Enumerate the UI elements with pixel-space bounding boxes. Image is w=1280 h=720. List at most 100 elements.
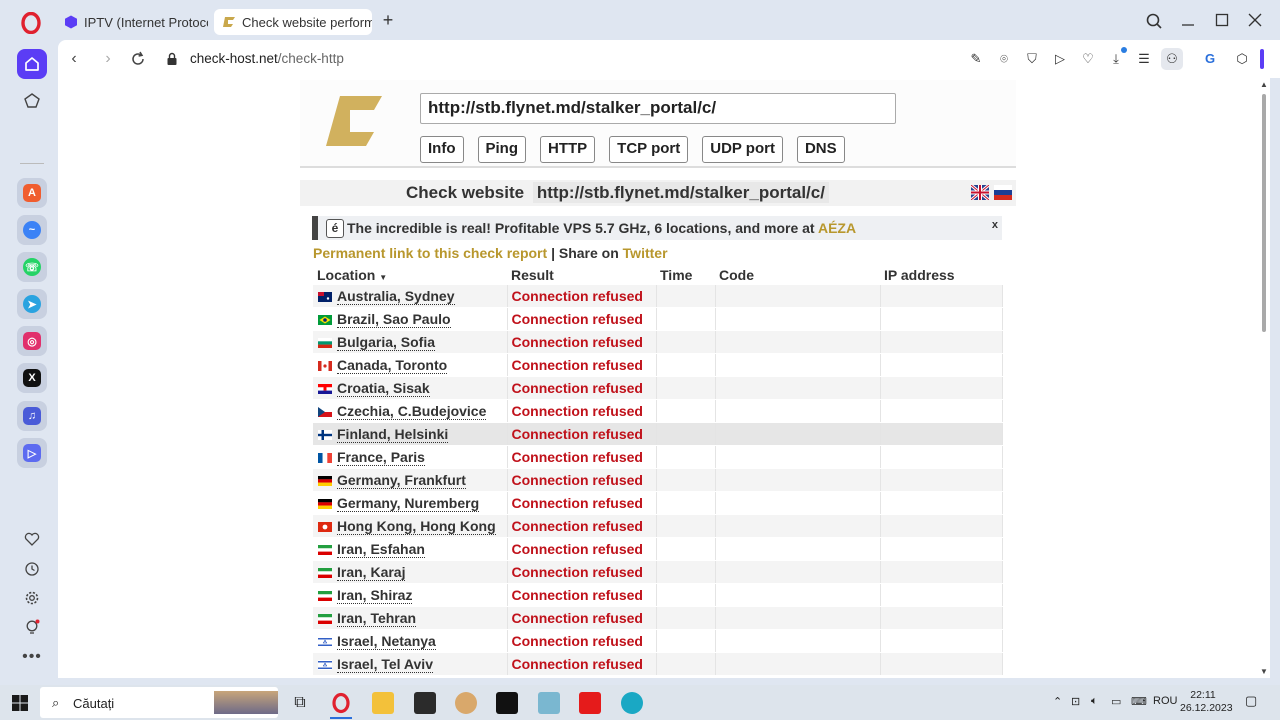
location-link[interactable]: Bulgaria, Sofia — [337, 334, 436, 351]
forward-button[interactable]: › — [98, 49, 118, 69]
play-icon[interactable]: ▷ — [1051, 50, 1069, 68]
language-indicator[interactable]: ROU — [1153, 695, 1177, 707]
location-link[interactable]: Hong Kong, Hong Kong — [337, 518, 496, 535]
location-link[interactable]: Brazil, Sao Paulo — [337, 311, 451, 328]
profile-icon[interactable]: ⚇ — [1161, 48, 1183, 70]
opera-logo-icon[interactable] — [20, 12, 42, 34]
easy-setup-icon[interactable]: ☰ — [1135, 50, 1153, 68]
info-button[interactable]: Info — [420, 136, 464, 163]
pinboard-button[interactable] — [17, 524, 47, 554]
sidebar-app-telegram[interactable]: ➤ — [17, 289, 47, 319]
minimize-icon[interactable] — [1176, 10, 1200, 32]
tips-button[interactable] — [17, 613, 47, 643]
location-link[interactable]: Iran, Shiraz — [337, 587, 413, 604]
location-link[interactable]: Czechia, C.Budejovice — [337, 403, 487, 420]
sidebar-app-whatsapp[interactable]: ☏ — [17, 252, 47, 282]
lock-icon[interactable] — [166, 52, 178, 66]
tab-check-host[interactable]: Check website performa — [214, 9, 372, 35]
location-link[interactable]: Croatia, Sisak — [337, 380, 430, 397]
app-icon-user[interactable] — [455, 692, 477, 714]
speed-dial-button[interactable] — [17, 86, 47, 116]
shield-icon[interactable]: ⛉ — [1023, 50, 1041, 68]
ip-cell — [880, 606, 1003, 630]
history-button[interactable] — [17, 554, 47, 584]
column-location[interactable]: Location ▼ — [313, 264, 507, 285]
check-host-logo[interactable] — [324, 96, 384, 148]
sidebar-app-music[interactable]: ♫ — [17, 401, 47, 431]
more-button[interactable]: ••• — [17, 642, 47, 672]
sidebar-app-x[interactable]: X — [17, 363, 47, 393]
app-icon-dark[interactable] — [414, 692, 436, 714]
task-view-icon[interactable]: ⧉ — [289, 692, 311, 714]
location-link[interactable]: Iran, Karaj — [337, 564, 406, 581]
reload-icon[interactable] — [128, 49, 148, 69]
page-scrollbar[interactable]: ▲ ▼ — [1258, 80, 1270, 676]
sidebar-toggle[interactable] — [1260, 49, 1264, 69]
column-time[interactable]: Time — [656, 264, 715, 285]
maximize-icon[interactable] — [1210, 10, 1234, 32]
home-button[interactable] — [17, 49, 47, 79]
location-link[interactable]: Iran, Tehran — [337, 610, 417, 627]
location-link[interactable]: Canada, Toronto — [337, 357, 448, 374]
location-link[interactable]: France, Paris — [337, 449, 425, 466]
ad-banner[interactable]: é The incredible is real! Profitable VPS… — [312, 216, 1002, 240]
sidebar-app-messenger[interactable]: ~ — [17, 215, 47, 245]
scroll-down-arrow-icon[interactable]: ▼ — [1260, 667, 1268, 676]
sidebar-app-aria[interactable]: A — [17, 178, 47, 208]
location-link[interactable]: Iran, Esfahan — [337, 541, 425, 558]
app-icon-cyan[interactable] — [621, 692, 643, 714]
udp-port-button[interactable]: UDP port — [702, 136, 783, 163]
tcp-port-button[interactable]: TCP port — [609, 136, 689, 163]
tray-keyboard-icon[interactable]: ⌨ — [1131, 695, 1147, 708]
close-window-icon[interactable] — [1243, 10, 1267, 32]
opera-taskbar-icon[interactable] — [330, 692, 352, 714]
column-code[interactable]: Code — [715, 264, 880, 285]
location-link[interactable]: Germany, Frankfurt — [337, 472, 466, 489]
windows-start-icon[interactable] — [9, 692, 31, 714]
location-link[interactable]: Israel, Tel Aviv — [337, 656, 433, 673]
location-link[interactable]: Israel, Netanya — [337, 633, 436, 650]
http-button[interactable]: HTTP — [540, 136, 596, 163]
english-flag-icon[interactable] — [971, 185, 989, 200]
url-input[interactable]: http://stb.flynet.md/stalker_portal/c/ — [420, 93, 896, 124]
scroll-up-arrow-icon[interactable]: ▲ — [1260, 80, 1268, 89]
new-tab-button[interactable]: + — [378, 11, 398, 31]
result-status: Connection refused — [511, 495, 643, 511]
file-explorer-icon[interactable] — [372, 692, 394, 714]
tray-volume-icon[interactable]: 🔈︎ — [1091, 695, 1098, 708]
camera-icon[interactable]: ⌾ — [995, 50, 1013, 68]
edit-share-icon[interactable]: ✎ — [967, 50, 985, 68]
location-link[interactable]: Australia, Sydney — [337, 288, 455, 305]
url-field[interactable]: check-host.net/check-http — [190, 51, 344, 66]
sidebar-app-player[interactable]: ▷ — [17, 438, 47, 468]
location-link[interactable]: Finland, Helsinki — [337, 426, 449, 443]
ad-link[interactable]: AÉZA — [818, 220, 856, 236]
column-result[interactable]: Result — [507, 264, 656, 285]
tab-iptv[interactable]: IPTV (Internet Protocol T — [56, 9, 208, 35]
sidebar-app-instagram[interactable]: ◎ — [17, 326, 47, 356]
heart-outline-icon[interactable]: ♡ — [1079, 50, 1097, 68]
settings-button[interactable] — [17, 583, 47, 613]
extensions-icon[interactable]: ⬡ — [1233, 50, 1251, 68]
terminal-icon[interactable] — [496, 692, 518, 714]
location-link[interactable]: Germany, Nuremberg — [337, 495, 480, 512]
search-tabs-icon[interactable] — [1143, 10, 1167, 32]
permalink-link[interactable]: Permanent link to this check report — [313, 245, 547, 261]
ping-button[interactable]: Ping — [477, 136, 526, 163]
translate-icon[interactable]: G — [1201, 50, 1219, 68]
tray-battery-icon[interactable]: ▭ — [1111, 695, 1121, 708]
twitter-share-link[interactable]: Twitter — [623, 245, 668, 261]
taskbar-search[interactable]: ⌕ Căutați — [40, 687, 278, 718]
tray-network-icon[interactable]: ⊡ — [1071, 695, 1080, 708]
app-icon-blue[interactable] — [538, 692, 560, 714]
tray-chevron-icon[interactable]: ⌃ — [1053, 695, 1062, 708]
scroll-thumb[interactable] — [1262, 94, 1266, 332]
ad-close-button[interactable]: x — [992, 219, 998, 231]
dns-button[interactable]: DNS — [796, 136, 845, 163]
column-ip-address[interactable]: IP address — [880, 264, 1003, 285]
back-button[interactable]: ‹ — [64, 49, 84, 69]
russian-flag-icon[interactable] — [994, 185, 1012, 200]
media-player-icon[interactable] — [579, 692, 601, 714]
taskbar-clock[interactable]: 22:11 26.12.2023 — [1180, 689, 1233, 715]
notification-icon[interactable]: ▢ — [1245, 693, 1257, 709]
